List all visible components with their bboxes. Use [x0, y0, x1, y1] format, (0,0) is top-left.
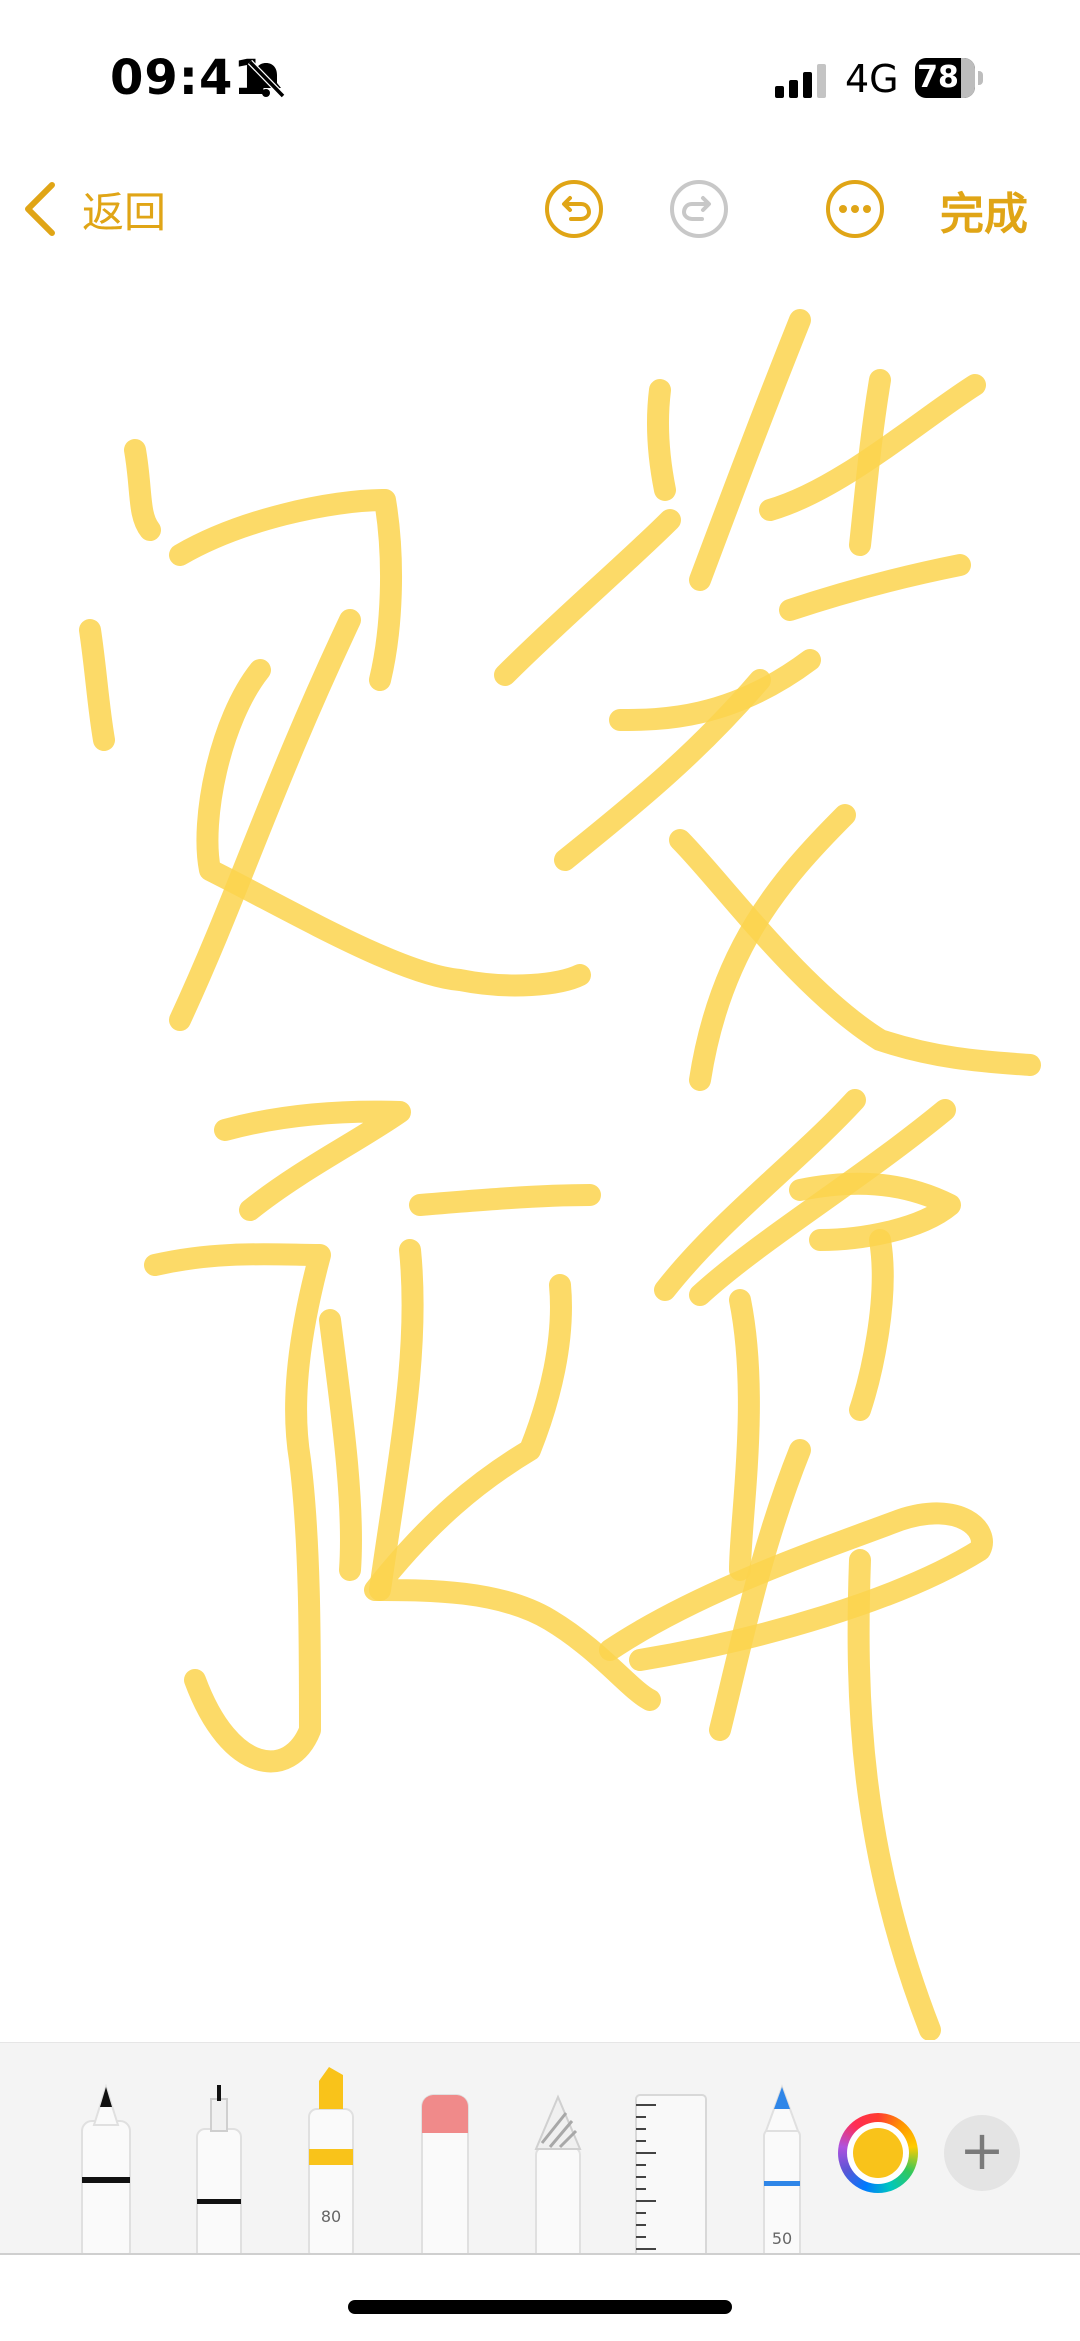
- battery-icon: 78: [915, 58, 987, 98]
- ruler-tool[interactable]: [634, 2091, 708, 2253]
- ink-stroke-group-3: [144, 1100, 661, 1773]
- network-type: 4G: [845, 57, 899, 101]
- selected-color-swatch: [853, 2128, 903, 2178]
- chevron-left-icon: [25, 182, 55, 236]
- nav-bar: 返回 完成: [0, 160, 1080, 260]
- home-indicator: [348, 2300, 732, 2314]
- highlighter-width-label: 80: [320, 2207, 342, 2226]
- back-label: 返回: [82, 187, 167, 237]
- fineliner-tool[interactable]: [193, 2081, 245, 2253]
- pencil-width-label: 50: [771, 2229, 793, 2248]
- redo-icon[interactable]: [668, 178, 730, 240]
- more-icon[interactable]: [824, 178, 886, 240]
- tool-palette: 80 50 +: [0, 2042, 1080, 2255]
- back-button[interactable]: 返回: [20, 174, 166, 244]
- ink-stroke-group-1: [79, 439, 591, 1031]
- bell-slash-icon: [247, 59, 286, 99]
- ink-stroke-group-4: [599, 1089, 993, 2040]
- eraser-tool[interactable]: [418, 2091, 472, 2253]
- lasso-tool[interactable]: [532, 2091, 584, 2253]
- pen-tool[interactable]: [78, 2081, 134, 2253]
- undo-icon[interactable]: [543, 178, 605, 240]
- plus-icon: +: [959, 2119, 1005, 2182]
- signal-icon: [775, 64, 826, 98]
- status-bar: 09:41 4G 78: [0, 0, 1080, 150]
- color-picker[interactable]: [838, 2113, 918, 2193]
- battery-level: 78: [917, 60, 959, 95]
- drawing-canvas[interactable]: [0, 270, 1080, 2040]
- pencil-tool[interactable]: [760, 2081, 804, 2253]
- add-tool-button[interactable]: +: [944, 2115, 1020, 2191]
- done-button[interactable]: 完成: [940, 178, 1028, 242]
